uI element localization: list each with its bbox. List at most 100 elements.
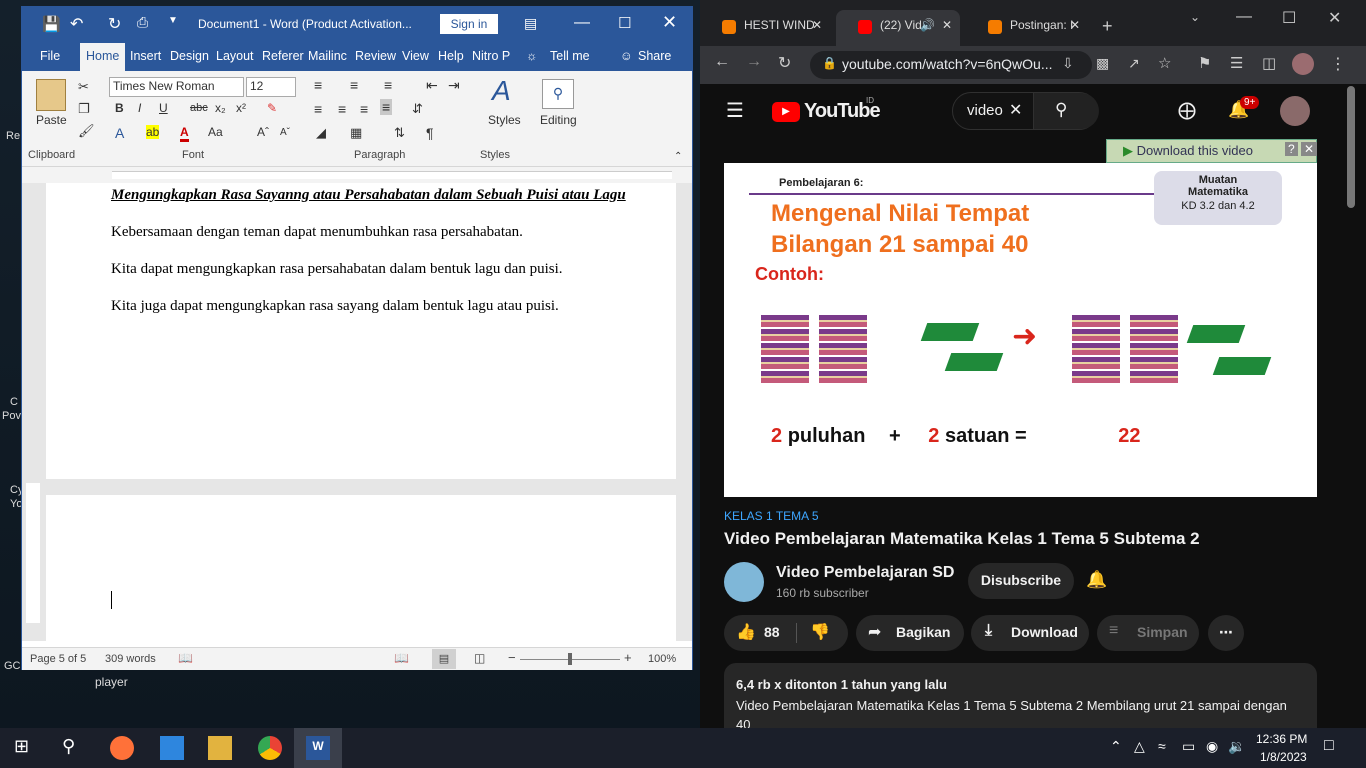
word-count[interactable]: 309 words (105, 653, 156, 665)
desktop-label[interactable]: player (95, 675, 128, 689)
dislike-icon[interactable]: 👎 (810, 622, 830, 642)
paste-label[interactable]: Paste (36, 113, 67, 127)
word-icon[interactable]: W (306, 736, 330, 760)
share-button[interactable]: Share (638, 49, 671, 63)
youtube-logo-icon[interactable]: ▶ (772, 102, 800, 122)
text-effects-icon[interactable]: A (115, 125, 124, 141)
document-page[interactable]: Mengungkapkan Rasa Sayanng atau Persahab… (46, 183, 676, 479)
copy-icon[interactable]: ❐ (78, 101, 90, 117)
scrollbar[interactable] (1347, 86, 1355, 208)
grow-font-icon[interactable]: Aˆ (257, 125, 269, 139)
collapse-ribbon-icon[interactable]: ⌃ (674, 151, 682, 162)
sort-icon[interactable]: ⇅ (394, 125, 405, 141)
close-tab-icon[interactable]: ✕ (1070, 18, 1080, 32)
zoom-out-icon[interactable]: − (508, 650, 516, 665)
tab-search-icon[interactable]: ⌄ (1190, 10, 1200, 24)
save-button[interactable]: ≡ Simpan (1097, 615, 1199, 651)
forward-icon[interactable]: → (746, 53, 762, 71)
description-box[interactable]: 6,4 rb x ditonton 1 tahun yang lalu Vide… (724, 663, 1317, 732)
usb-icon[interactable]: △ (1134, 738, 1145, 755)
tab-help[interactable]: Help (438, 49, 464, 63)
font-color-icon[interactable]: A (180, 125, 189, 142)
numbering-icon[interactable]: ≡ (350, 77, 358, 93)
bullets-icon[interactable]: ≡ (314, 77, 322, 93)
tab-design[interactable]: Design (170, 49, 209, 63)
download-video-bar[interactable]: ▶ Download this video ? ✕ (1106, 139, 1318, 163)
proofing-icon[interactable]: 📖 (178, 651, 193, 665)
desktop-label[interactable]: Pov (2, 410, 21, 422)
subscribe-button[interactable]: Disubscribe (968, 563, 1074, 599)
desktop-label[interactable]: GC (4, 660, 21, 672)
tab-review[interactable]: Review (355, 49, 396, 63)
maximize-icon[interactable]: ☐ (618, 14, 631, 32)
align-left-icon[interactable]: ≡ (314, 101, 322, 117)
chrome-icon[interactable] (258, 736, 282, 760)
align-center-icon[interactable]: ≡ (338, 101, 346, 117)
superscript-button[interactable]: x² (236, 101, 246, 115)
tab-nitro[interactable]: Nitro P (472, 49, 510, 63)
format-painter-icon[interactable]: 🖌 (78, 123, 95, 139)
save-icon[interactable]: 💾 (42, 15, 61, 33)
zoom-level[interactable]: 100% (648, 653, 676, 665)
maximize-icon[interactable]: ☐ (1282, 8, 1296, 28)
multilevel-list-icon[interactable]: ≡ (384, 77, 392, 93)
document-page[interactable] (46, 495, 676, 641)
notification-center-icon[interactable]: □ (1324, 737, 1334, 755)
profile-avatar[interactable] (1292, 53, 1314, 75)
redo-icon[interactable]: ↻ (108, 14, 121, 34)
italic-button[interactable]: I (138, 101, 141, 115)
close-tab-icon[interactable]: ✕ (942, 18, 952, 32)
account-avatar[interactable] (1280, 96, 1310, 126)
highlight-icon[interactable]: ab (146, 125, 160, 139)
search-icon[interactable]: ⚲ (542, 79, 574, 109)
vertical-ruler[interactable] (26, 483, 40, 623)
shrink-font-icon[interactable]: Aˇ (280, 127, 290, 138)
zoom-in-icon[interactable]: + (624, 650, 632, 665)
like-count[interactable]: 88 (764, 624, 780, 640)
clear-search-icon[interactable]: ✕ (1009, 100, 1022, 120)
tab-references[interactable]: Referer (262, 49, 304, 63)
minimize-icon[interactable]: — (574, 14, 590, 32)
address-bar[interactable]: 🔒 youtube.com/watch?v=6nQwOu... (810, 51, 1092, 79)
close-icon[interactable]: ✕ (1328, 8, 1341, 28)
back-icon[interactable]: ← (714, 53, 730, 71)
audio-icon[interactable]: 🔊 (920, 18, 935, 32)
mail-icon[interactable] (160, 736, 184, 760)
web-layout-icon[interactable]: ◫ (474, 651, 485, 665)
align-right-icon[interactable]: ≡ (360, 101, 368, 117)
undo-icon[interactable]: ↶ (70, 14, 83, 34)
customize-qat-icon[interactable]: ▼ (168, 15, 178, 26)
camera-icon[interactable]: ◉ (1206, 738, 1218, 755)
change-case-icon[interactable]: Aa (208, 125, 223, 139)
strikethrough-button[interactable]: abc (190, 102, 208, 114)
font-size-box[interactable]: 12 (246, 77, 296, 97)
share-button[interactable]: ➦ Bagikan (856, 615, 964, 651)
video-player[interactable]: Pembelajaran 6: Muatan Matematika KD 3.2… (724, 163, 1317, 497)
justify-icon[interactable]: ≡ (380, 99, 393, 115)
create-video-icon[interactable]: ⨁ (1178, 100, 1196, 121)
youtube-search-bar[interactable]: video ✕ ⚲ (952, 92, 1099, 130)
media-control-icon[interactable]: ☰ (1230, 54, 1243, 72)
clear-formatting-icon[interactable]: ✎ (267, 101, 277, 115)
close-icon[interactable]: ✕ (662, 12, 677, 33)
tab-insert[interactable]: Insert (130, 49, 161, 63)
reload-icon[interactable]: ↻ (778, 53, 791, 73)
search-icon[interactable]: ⚲ (1055, 100, 1067, 120)
extensions-icon[interactable]: ⚑ (1198, 54, 1211, 72)
zoom-slider-thumb[interactable] (568, 653, 572, 665)
bookmark-star-icon[interactable]: ☆ (1158, 54, 1171, 72)
subscript-button[interactable]: x₂ (215, 101, 226, 115)
tab-home[interactable]: Home (80, 43, 126, 71)
browser-tab[interactable]: Postingan: I ✕ (966, 10, 1090, 46)
more-actions-icon[interactable]: ⋯ (1208, 615, 1244, 651)
close-tab-icon[interactable]: ✕ (812, 18, 822, 32)
decrease-indent-icon[interactable]: ⇤ (426, 77, 438, 94)
desktop-label[interactable]: C (10, 396, 18, 408)
browser-tab[interactable]: HESTI WIND ✕ (700, 10, 824, 46)
increase-indent-icon[interactable]: ⇥ (448, 77, 460, 94)
tab-view[interactable]: View (402, 49, 429, 63)
show-hidden-icons[interactable]: ⌃ (1110, 738, 1122, 755)
help-icon[interactable]: ? (1285, 142, 1298, 156)
search-icon[interactable]: ⚲ (62, 736, 86, 760)
search-input[interactable]: video (967, 102, 1003, 119)
